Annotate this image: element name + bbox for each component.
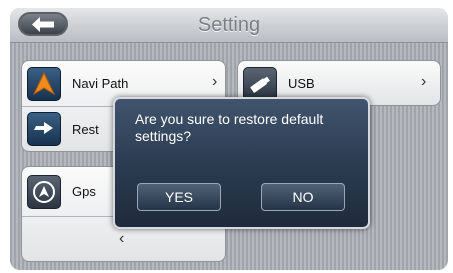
- chevron-right-icon: ›: [212, 73, 218, 90]
- list-item-label: USB: [288, 76, 315, 91]
- gps-icon: [27, 175, 61, 209]
- list-item-label: Rest: [72, 122, 99, 137]
- screen: Setting Navi Path › Rest USB › Gps ‹ Are…: [10, 8, 448, 270]
- title-bar: Setting: [10, 8, 448, 43]
- page-title: Setting: [197, 14, 261, 36]
- restore-icon: [27, 112, 61, 146]
- no-button[interactable]: NO: [261, 183, 345, 211]
- back-button[interactable]: [18, 12, 68, 36]
- confirm-dialog: Are you sure to restore default settings…: [113, 97, 370, 229]
- list-item-label: Gps: [72, 184, 96, 199]
- back-arrow-icon: [32, 17, 54, 32]
- chevron-right-icon: ›: [421, 73, 427, 90]
- dialog-message: Are you sure to restore default settings…: [135, 111, 324, 144]
- navigation-arrow-icon: [27, 67, 61, 101]
- yes-button[interactable]: YES: [137, 183, 221, 211]
- usb-icon: [243, 67, 277, 101]
- chevron-left-icon: ‹: [119, 230, 125, 247]
- list-item-label: Navi Path: [72, 76, 129, 91]
